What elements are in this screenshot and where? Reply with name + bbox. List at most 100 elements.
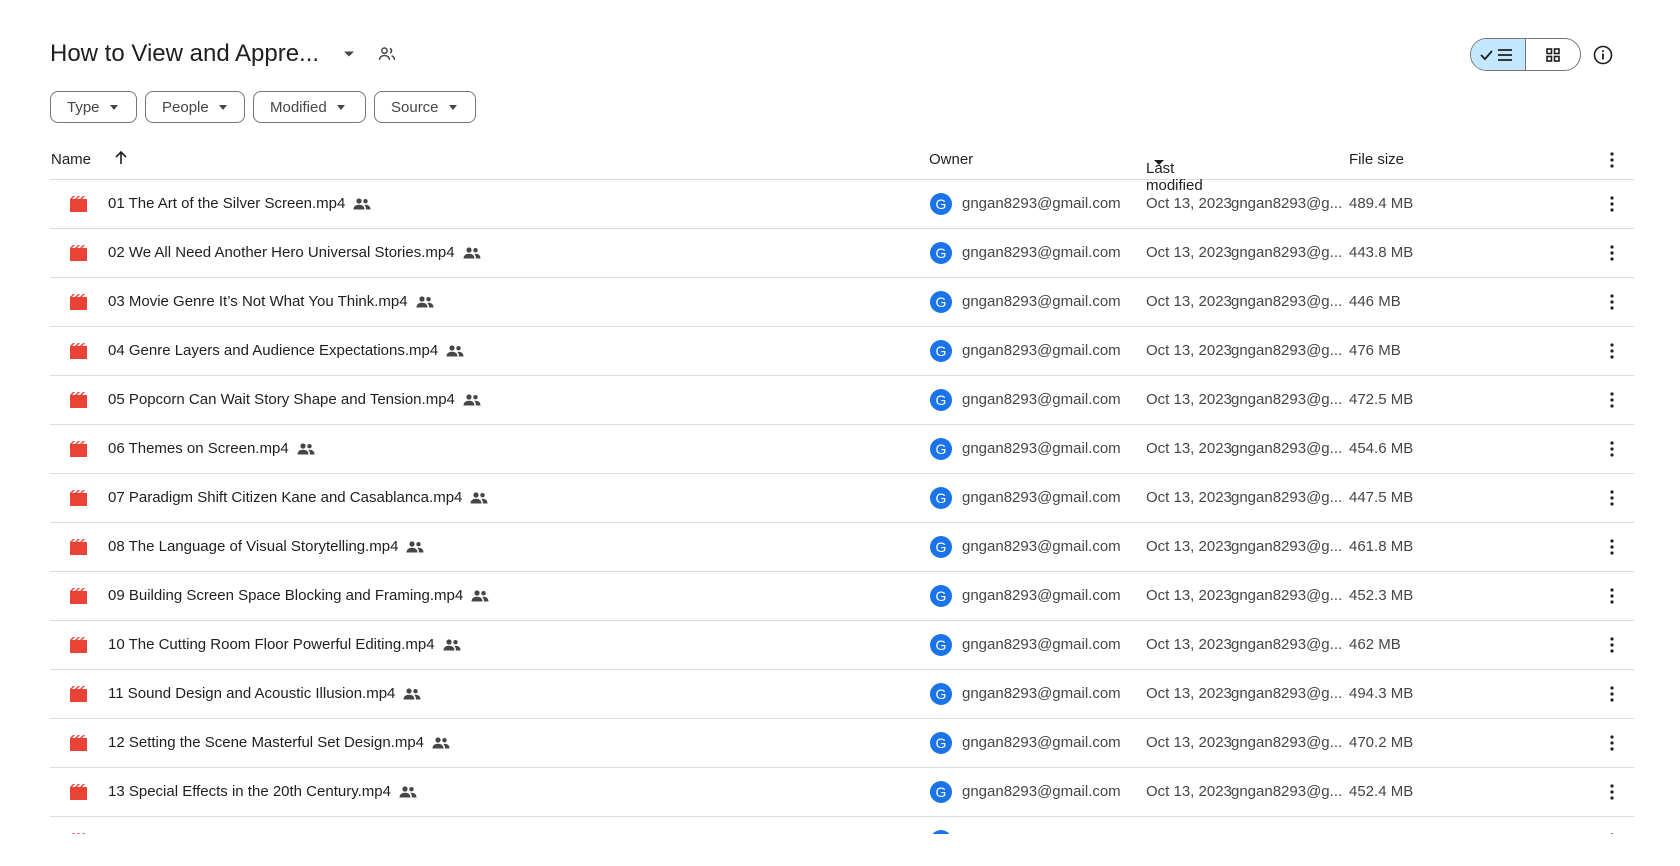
file-size: 470.2 MB — [1349, 734, 1414, 751]
video-file-icon — [70, 392, 87, 408]
owner-avatar: G — [930, 340, 952, 362]
file-size: 489.4 MB — [1349, 195, 1414, 212]
file-row[interactable]: 03 Movie Genre It’s Not What You Think.m… — [50, 278, 1634, 327]
owner-email: gngan8293@gmail.com — [962, 391, 1121, 408]
row-more-actions-icon[interactable] — [1600, 829, 1624, 834]
grid-view-button[interactable] — [1526, 39, 1580, 70]
file-name: 05 Popcorn Can Wait Story Shape and Tens… — [108, 391, 455, 408]
info-icon — [1593, 45, 1613, 65]
row-more-actions-icon[interactable] — [1600, 290, 1624, 314]
file-size: 472.5 MB — [1349, 391, 1414, 408]
file-row[interactable]: 05 Popcorn Can Wait Story Shape and Tens… — [50, 376, 1634, 425]
shared-people-icon — [353, 197, 371, 211]
modified-by: gngan8293@g... — [1231, 244, 1343, 261]
row-more-actions-icon[interactable] — [1600, 192, 1624, 216]
file-name-cell: 02 We All Need Another Hero Universal St… — [108, 244, 481, 261]
modified-by: gngan8293@g... — [1231, 734, 1343, 751]
owner-email: gngan8293@gmail.com — [962, 293, 1121, 310]
owner-email: gngan8293@gmail.com — [962, 195, 1121, 212]
file-name-cell: 05 Popcorn Can Wait Story Shape and Tens… — [108, 391, 481, 408]
video-file-icon — [70, 833, 87, 834]
file-row[interactable]: 06 Themes on Screen.mp4 G gngan8293@gmai… — [50, 425, 1634, 474]
file-name: 07 Paradigm Shift Citizen Kane and Casab… — [108, 489, 463, 506]
owner-avatar: G — [930, 487, 952, 509]
file-name-cell: 01 The Art of the Silver Screen.mp4 — [108, 195, 371, 212]
file-row[interactable]: 04 Genre Layers and Audience Expectation… — [50, 327, 1634, 376]
file-row[interactable]: 13 Special Effects in the 20th Century.m… — [50, 768, 1634, 817]
file-size: 454.6 MB — [1349, 440, 1414, 457]
people-filter-chip[interactable]: People — [145, 91, 245, 123]
file-name-cell: 14 Special Effects in the 21st Century.m… — [108, 832, 416, 834]
file-row[interactable]: 12 Setting the Scene Masterful Set Desig… — [50, 719, 1634, 768]
type-filter-chip[interactable]: Type — [50, 91, 137, 123]
row-more-actions-icon[interactable] — [1600, 339, 1624, 363]
owner-email: gngan8293@gmail.com — [962, 832, 1121, 834]
folder-title[interactable]: How to View and Appre... — [50, 40, 319, 68]
source-filter-chip[interactable]: Source — [374, 91, 476, 123]
video-file-icon — [70, 686, 87, 702]
chevron-down-icon — [109, 104, 118, 110]
file-size: 452.3 MB — [1349, 587, 1414, 604]
file-row[interactable]: 09 Building Screen Space Blocking and Fr… — [50, 572, 1634, 621]
row-more-actions-icon[interactable] — [1600, 486, 1624, 510]
shared-people-icon — [406, 540, 424, 554]
file-row[interactable]: 01 The Art of the Silver Screen.mp4 G gn… — [50, 180, 1634, 229]
file-row[interactable]: 11 Sound Design and Acoustic Illusion.mp… — [50, 670, 1634, 719]
source-filter-label: Source — [391, 98, 439, 116]
file-name: 03 Movie Genre It’s Not What You Think.m… — [108, 293, 408, 310]
file-row[interactable]: 10 The Cutting Room Floor Powerful Editi… — [50, 621, 1634, 670]
folder-title-bar: How to View and Appre... — [50, 34, 399, 74]
file-size: 446 MB — [1349, 293, 1401, 310]
list-view-button[interactable] — [1471, 39, 1526, 70]
owner-column-header[interactable]: Owner — [929, 151, 973, 168]
file-name-cell: 04 Genre Layers and Audience Expectation… — [108, 342, 464, 359]
row-more-actions-icon[interactable] — [1600, 241, 1624, 265]
owner-email: gngan8293@gmail.com — [962, 244, 1121, 261]
owner-email: gngan8293@gmail.com — [962, 342, 1121, 359]
modified-by: gngan8293@g... — [1231, 342, 1343, 359]
file-row[interactable]: 02 We All Need Another Hero Universal St… — [50, 229, 1634, 278]
chevron-down-icon — [336, 104, 345, 110]
modified-date: Oct 13, 2023 — [1146, 391, 1232, 408]
shared-people-icon — [403, 687, 421, 701]
column-options-more-icon[interactable] — [1600, 148, 1624, 176]
sort-ascending-arrow-icon[interactable] — [112, 149, 130, 171]
row-more-actions-icon[interactable] — [1600, 388, 1624, 412]
file-size: 447.5 MB — [1349, 489, 1414, 506]
file-row[interactable]: 07 Paradigm Shift Citizen Kane and Casab… — [50, 474, 1634, 523]
owner-email: gngan8293@gmail.com — [962, 440, 1121, 457]
view-toggle — [1470, 38, 1581, 71]
modified-by: gngan8293@g... — [1231, 783, 1343, 800]
chevron-down-icon — [218, 104, 227, 110]
modified-filter-chip[interactable]: Modified — [253, 91, 366, 123]
file-size: 476 MB — [1349, 342, 1401, 359]
file-name: 04 Genre Layers and Audience Expectation… — [108, 342, 439, 359]
row-more-actions-icon[interactable] — [1600, 731, 1624, 755]
modified-by: gngan8293@g... — [1231, 391, 1343, 408]
row-more-actions-icon[interactable] — [1600, 633, 1624, 657]
folder-menu-caret-icon[interactable] — [337, 42, 361, 66]
owner-avatar: G — [930, 389, 952, 411]
name-column-header[interactable]: Name — [51, 151, 91, 168]
info-button[interactable] — [1590, 42, 1616, 68]
shared-people-icon — [432, 736, 450, 750]
owner-avatar: G — [930, 830, 952, 834]
row-more-actions-icon[interactable] — [1600, 535, 1624, 559]
file-size-column-header[interactable]: File size — [1349, 151, 1404, 168]
modified-date: Oct 13, 2023 — [1146, 685, 1232, 702]
row-more-actions-icon[interactable] — [1600, 682, 1624, 706]
video-file-icon — [70, 637, 87, 653]
modified-date: Oct 13, 2023 — [1146, 783, 1232, 800]
video-file-icon — [70, 735, 87, 751]
owner-avatar: G — [930, 732, 952, 754]
chevron-down-icon — [448, 104, 457, 110]
file-row[interactable]: 14 Special Effects in the 21st Century.m… — [50, 817, 1634, 834]
modified-by: gngan8293@g... — [1231, 489, 1343, 506]
file-name: 02 We All Need Another Hero Universal St… — [108, 244, 455, 261]
shared-folder-icon[interactable] — [375, 42, 399, 66]
row-more-actions-icon[interactable] — [1600, 437, 1624, 461]
file-row[interactable]: 08 The Language of Visual Storytelling.m… — [50, 523, 1634, 572]
modified-by: gngan8293@g... — [1231, 832, 1342, 834]
row-more-actions-icon[interactable] — [1600, 780, 1624, 804]
row-more-actions-icon[interactable] — [1600, 584, 1624, 608]
